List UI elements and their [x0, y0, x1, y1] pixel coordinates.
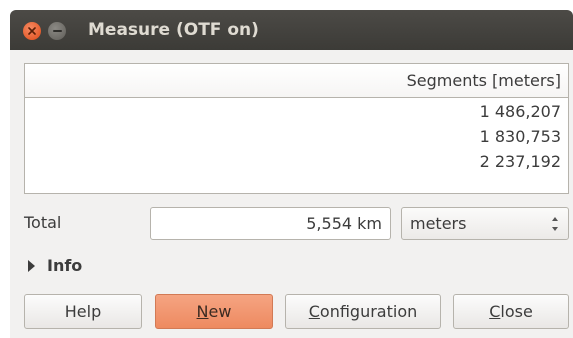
- configuration-button-label: onfiguration: [319, 302, 418, 321]
- new-button[interactable]: New: [155, 294, 273, 329]
- table-row[interactable]: 2 237,192: [25, 149, 568, 174]
- help-button[interactable]: Help: [24, 294, 142, 329]
- new-button-mnemonic: N: [196, 302, 209, 321]
- window-close-button[interactable]: [23, 22, 41, 40]
- title-bar[interactable]: Measure (OTF on): [10, 10, 573, 50]
- window-minimize-button[interactable]: [48, 22, 66, 40]
- configuration-button[interactable]: Configuration: [285, 294, 441, 329]
- total-label: Total: [24, 213, 62, 232]
- measure-dialog: Measure (OTF on) Segments [meters] 1 486…: [10, 10, 573, 338]
- info-expander[interactable]: Info: [28, 255, 82, 277]
- total-value-field[interactable]: 5,554 km: [150, 207, 391, 240]
- spinner-arrows-icon: [550, 217, 560, 231]
- segments-column-header[interactable]: Segments [meters]: [25, 64, 568, 98]
- segments-table[interactable]: Segments [meters] 1 486,207 1 830,753 2 …: [24, 63, 569, 194]
- unit-select-value: meters: [410, 214, 467, 233]
- expand-arrow-icon: [28, 260, 35, 272]
- window-title: Measure (OTF on): [88, 20, 259, 40]
- close-button-label: lose: [500, 302, 533, 321]
- minimize-icon: [52, 30, 62, 32]
- close-button[interactable]: Close: [453, 294, 569, 329]
- close-button-mnemonic: C: [489, 302, 501, 321]
- table-row[interactable]: 1 486,207: [25, 99, 568, 124]
- configuration-button-mnemonic: C: [308, 302, 320, 321]
- info-label: Info: [47, 256, 83, 275]
- new-button-label: ew: [208, 302, 232, 321]
- close-icon: [28, 27, 36, 35]
- table-row[interactable]: 1 830,753: [25, 124, 568, 149]
- unit-select[interactable]: meters: [401, 207, 569, 240]
